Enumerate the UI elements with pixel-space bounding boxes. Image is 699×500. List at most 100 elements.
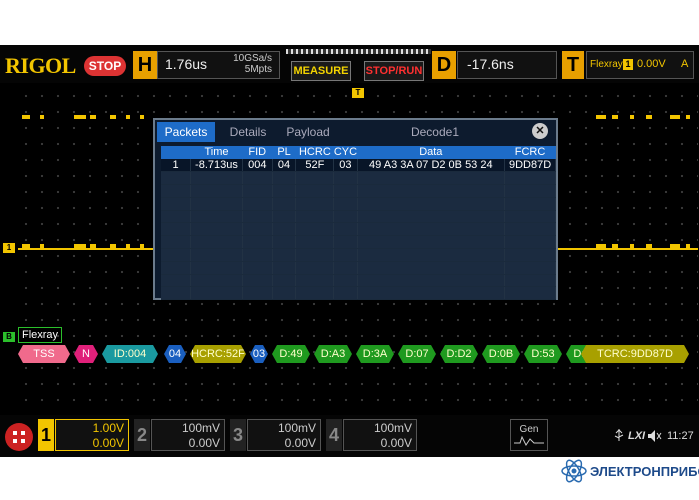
- decode-segment[interactable]: TCRC:9DD87D: [581, 345, 689, 363]
- table-cell-empty: [161, 184, 192, 198]
- table-cell-empty: [504, 171, 556, 186]
- decode-segment[interactable]: D:53: [524, 345, 562, 363]
- table-cell-empty: [504, 210, 556, 224]
- table-cell-empty: [272, 261, 297, 275]
- trigger-letter[interactable]: T: [562, 51, 584, 79]
- table-cell-empty: [504, 286, 556, 301]
- channel-3-number[interactable]: 3: [230, 419, 246, 451]
- top-trace-pulse: [596, 115, 606, 119]
- table-row-empty: [161, 261, 556, 275]
- table-cell-empty: [357, 222, 506, 237]
- top-trace-pulse: [126, 115, 130, 119]
- run-state-badge[interactable]: STOP: [84, 56, 126, 76]
- table-row[interactable]: 1 -8.713us 004 04 52F 03 49 A3 3A 07 D2 0B 53 …: [161, 159, 556, 173]
- table-cell-empty: [272, 171, 297, 186]
- ch1-pulse: [686, 244, 690, 250]
- channel-scale: 100mV: [181, 421, 220, 435]
- table-row-empty: [161, 248, 556, 262]
- table-cell-empty: [190, 274, 243, 288]
- table-cell: 03: [333, 159, 358, 173]
- table-row-empty: [161, 286, 556, 301]
- table-cell-empty: [242, 184, 273, 198]
- decode-segment[interactable]: N: [74, 345, 98, 363]
- decode-segment[interactable]: TSS: [18, 345, 70, 363]
- top-trace-pulse: [630, 115, 634, 119]
- table-cell-empty: [357, 210, 506, 224]
- top-trace-pulse: [612, 115, 618, 119]
- table-row-empty: [161, 184, 556, 198]
- table-cell-empty: [190, 235, 243, 250]
- table-cell-empty: [190, 210, 243, 224]
- decode-segment[interactable]: ID:004: [102, 345, 158, 363]
- decode-segment[interactable]: D:D2: [440, 345, 478, 363]
- table-cell: 49 A3 3A 07 D2 0B 53 24: [357, 159, 506, 173]
- table-cell-empty: [295, 286, 335, 301]
- table-cell-empty: [161, 210, 192, 224]
- dialog-tabs: Packets Details Payload Decode1 ✕: [155, 120, 556, 142]
- channel-2-number[interactable]: 2: [134, 419, 150, 451]
- table-cell-empty: [190, 222, 243, 237]
- table-cell-empty: [333, 248, 358, 262]
- trigger-position-marker[interactable]: T: [352, 88, 364, 98]
- close-icon[interactable]: ✕: [532, 123, 548, 139]
- table-cell-empty: [190, 248, 243, 262]
- delay-letter[interactable]: D: [432, 51, 456, 79]
- table-cell-empty: [504, 274, 556, 288]
- decode-segment[interactable]: HCRC:52F: [190, 345, 246, 363]
- lxi-indicator: LXI: [628, 430, 646, 442]
- channel-offset: 0.00V: [380, 436, 412, 450]
- table-cell-empty: [504, 197, 556, 211]
- table-cell-empty: [272, 197, 297, 211]
- table-cell-empty: [333, 171, 358, 186]
- channel-1-number[interactable]: 1: [38, 419, 54, 451]
- table-cell-empty: [242, 286, 273, 301]
- bus-marker[interactable]: B: [3, 332, 15, 342]
- decode-segment[interactable]: D:49: [272, 345, 310, 363]
- channel-4-number[interactable]: 4: [326, 419, 342, 451]
- tab-details[interactable]: Details: [219, 122, 277, 142]
- rigol-logo: RIGOL: [5, 53, 76, 78]
- tab-payload[interactable]: Payload: [279, 122, 337, 142]
- decode-segment[interactable]: D:0B: [482, 345, 520, 363]
- table-cell-empty: [333, 274, 358, 288]
- table-cell-empty: [504, 261, 556, 275]
- memory-depth: 5Mpts: [244, 64, 272, 75]
- table-cell-empty: [357, 286, 506, 301]
- ch1-pulse: [140, 244, 144, 250]
- top-bar: RIGOL STOP H 1.76us 10GSa/s 5Mpts MEASUR…: [0, 45, 699, 83]
- column-header: Data: [357, 146, 505, 159]
- table-cell: 004: [242, 159, 273, 173]
- ch1-pulse: [90, 244, 96, 250]
- stoprun-button[interactable]: STOP/RUN: [364, 61, 424, 81]
- measure-button[interactable]: MEASURE: [291, 61, 351, 81]
- table-cell-empty: [295, 248, 335, 262]
- column-header: FCRC: [504, 146, 556, 159]
- tab-packets[interactable]: Packets: [157, 122, 215, 142]
- top-trace-pulse: [22, 115, 30, 119]
- table-cell-empty: [161, 171, 192, 186]
- table-cell-empty: [190, 286, 243, 301]
- horizontal-letter[interactable]: H: [133, 51, 157, 79]
- table-row-empty: [161, 274, 556, 288]
- scope-screen: RIGOL STOP H 1.76us 10GSa/s 5Mpts MEASUR…: [0, 45, 699, 457]
- decode-segment[interactable]: D:3A: [356, 345, 394, 363]
- memory-position-ruler: [286, 49, 431, 54]
- table-row-empty: [161, 235, 556, 250]
- decode-segment[interactable]: D:A3: [314, 345, 352, 363]
- tab-decode1[interactable]: Decode1: [405, 122, 465, 142]
- home-icon[interactable]: [5, 423, 33, 451]
- channel-offset: 0.00V: [188, 436, 220, 450]
- trigger-mode: A: [681, 58, 689, 70]
- top-trace-pulse: [140, 115, 144, 119]
- table-cell-empty: [242, 171, 273, 186]
- trigger-level: 0.00V: [637, 58, 666, 70]
- generator-button[interactable]: Gen: [510, 419, 548, 451]
- table-cell-empty: [242, 261, 273, 275]
- decode-segment[interactable]: D:07: [398, 345, 436, 363]
- speaker-icon[interactable]: [648, 430, 662, 442]
- table-cell-empty: [295, 184, 335, 198]
- table-cell-empty: [357, 171, 506, 186]
- table-cell-empty: [295, 274, 335, 288]
- ch1-marker[interactable]: 1: [3, 243, 15, 253]
- table-row-empty: [161, 222, 556, 237]
